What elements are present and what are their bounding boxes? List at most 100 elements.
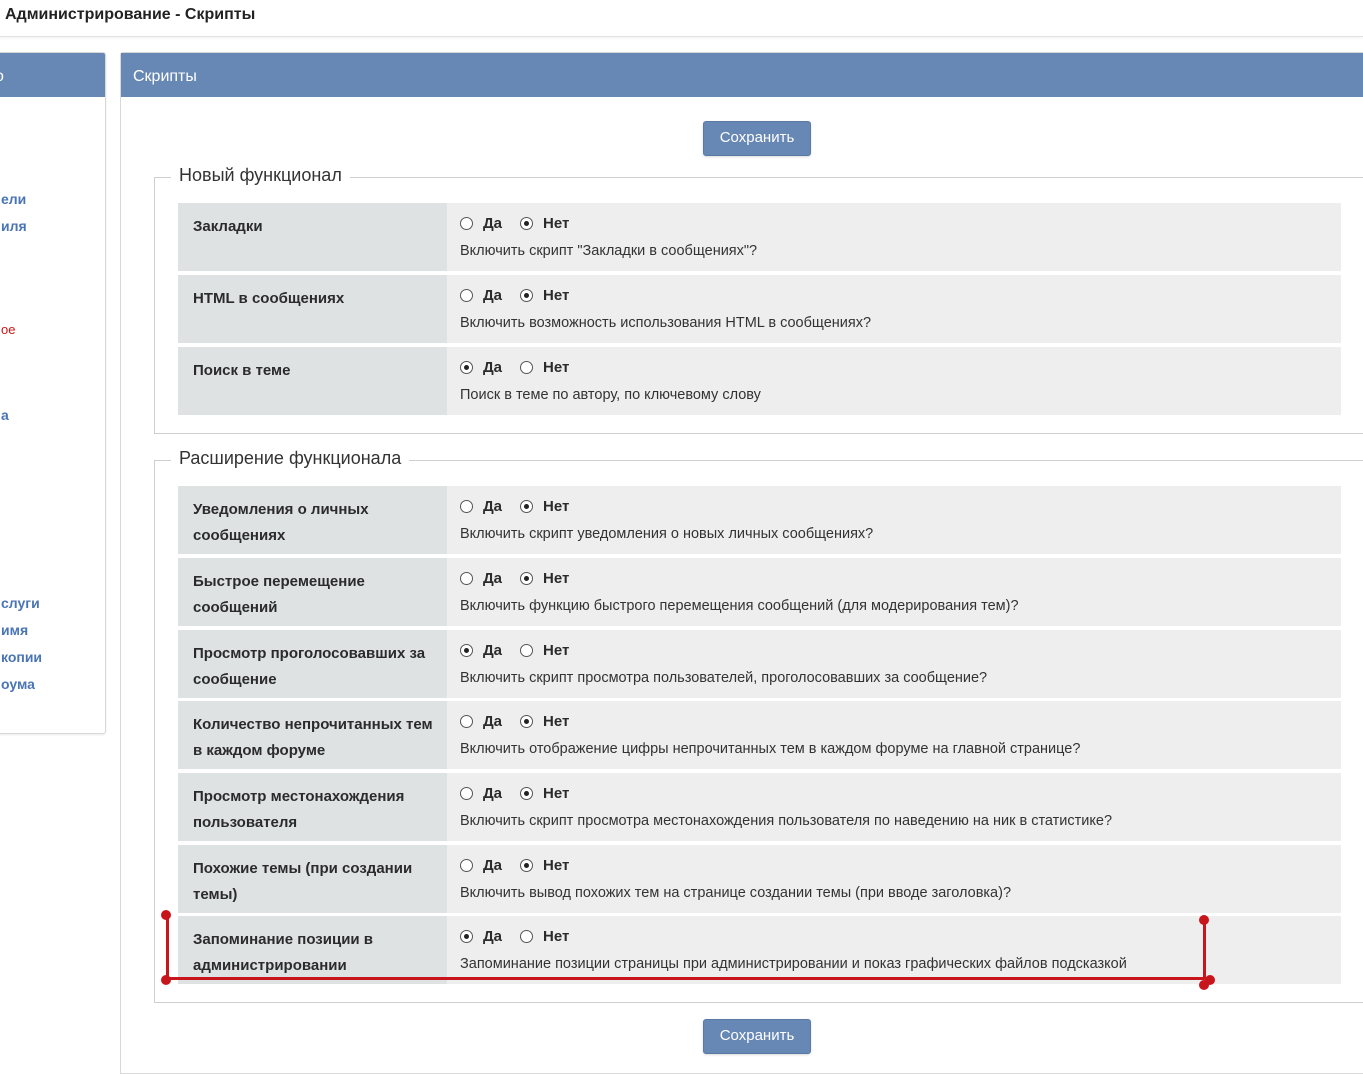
setting-description: Включить скрипт "Закладки в сообщениях"? — [460, 243, 758, 259]
setting-label: Закладки — [178, 203, 447, 271]
radio-yes[interactable]: Да — [460, 498, 502, 515]
radio-yes-input[interactable] — [460, 644, 473, 657]
radio-yes-input[interactable] — [460, 859, 473, 872]
radio-yes[interactable]: Да — [460, 642, 502, 659]
radio-no-label: Нет — [543, 287, 570, 304]
sidebar-link[interactable]: имя — [1, 622, 28, 638]
radio-yes[interactable]: Да — [460, 359, 502, 376]
highlight-annotation — [166, 918, 1206, 980]
sidebar-link[interactable]: оума — [1, 676, 35, 692]
sidebar-link[interactable]: а — [1, 407, 9, 423]
radio-no-label: Нет — [543, 359, 570, 376]
sidebar-header: о — [0, 53, 105, 97]
radio-yes-input[interactable] — [460, 715, 473, 728]
radio-no-input[interactable] — [520, 859, 534, 872]
radio-yes-label: Да — [483, 215, 503, 232]
radio-yes-label: Да — [483, 785, 503, 802]
radio-yes-label: Да — [483, 713, 503, 730]
save-button-bottom[interactable]: Сохранить — [703, 1019, 811, 1054]
radio-yes-label: Да — [483, 570, 503, 587]
radio-no-input[interactable] — [520, 289, 534, 302]
setting-row: Уведомления о личных сообщениях Да Нет Вклю… — [178, 486, 1341, 554]
radio-yes-input[interactable] — [460, 289, 473, 302]
radio-no[interactable]: Нет — [520, 498, 569, 515]
sidebar-link[interactable]: копии — [1, 649, 42, 665]
radio-yes-input[interactable] — [460, 787, 473, 800]
radio-no-label: Нет — [543, 785, 570, 802]
setting-description: Включить функцию быстрого перемещения со… — [460, 598, 1019, 614]
radio-yes[interactable]: Да — [460, 215, 502, 232]
radio-yes[interactable]: Да — [460, 785, 502, 802]
radio-yes[interactable]: Да — [460, 570, 502, 587]
sidebar-link[interactable]: иля — [1, 218, 27, 234]
radio-no-input[interactable] — [520, 500, 534, 513]
annotation-dot — [1199, 915, 1209, 925]
annotation-dot — [161, 910, 171, 920]
setting-label: Просмотр местонахождения пользователя — [178, 773, 447, 841]
setting-description: Включить скрипт уведомления о новых личн… — [460, 526, 874, 542]
radio-yes-input[interactable] — [460, 572, 473, 585]
radio-no-input[interactable] — [520, 217, 534, 230]
radio-no[interactable]: Нет — [520, 287, 569, 304]
setting-label: Быстрое перемещение сообщений — [178, 558, 447, 626]
setting-description: Включить возможность использования HTML … — [460, 315, 872, 331]
radio-group: Да Нет — [460, 215, 587, 232]
radio-no-label: Нет — [543, 215, 570, 232]
sidebar-header-text: о — [0, 53, 4, 101]
radio-no-input[interactable] — [520, 715, 534, 728]
radio-yes-input[interactable] — [460, 217, 473, 230]
radio-yes-label: Да — [483, 498, 503, 515]
setting-label: Похожие темы (при создании темы) — [178, 845, 447, 913]
setting-row: Просмотр местонахождения пользователя Да Н… — [178, 773, 1341, 841]
radio-no-input[interactable] — [520, 787, 534, 800]
radio-no-input[interactable] — [520, 572, 534, 585]
radio-group: Да Нет — [460, 287, 587, 304]
radio-no-label: Нет — [543, 642, 570, 659]
radio-no[interactable]: Нет — [520, 713, 569, 730]
setting-row: Быстрое перемещение сообщений Да Нет Включи… — [178, 558, 1341, 626]
radio-no-label: Нет — [543, 857, 570, 874]
setting-label: Уведомления о личных сообщениях — [178, 486, 447, 554]
radio-yes-input[interactable] — [460, 361, 473, 374]
group-new-features: Новый функционал Закладки Да Нет Включить с… — [154, 165, 1363, 434]
sidebar-panel: о ели иля ое а слуги имя копии оума — [0, 52, 106, 734]
sidebar-link[interactable]: слуги — [1, 595, 40, 611]
setting-row: Похожие темы (при создании темы) Да Нет Вкл… — [178, 845, 1341, 913]
setting-description: Поиск в теме по автору, по ключевому сло… — [460, 387, 761, 403]
radio-group: Да Нет — [460, 785, 587, 802]
radio-yes-label: Да — [483, 857, 503, 874]
page-title: Администрирование - Скрипты — [5, 6, 256, 23]
radio-no[interactable]: Нет — [520, 570, 569, 587]
sidebar-link[interactable]: ели — [1, 191, 26, 207]
radio-yes-label: Да — [483, 287, 503, 304]
sidebar-link-highlighted[interactable]: ое — [1, 322, 15, 337]
radio-yes[interactable]: Да — [460, 713, 502, 730]
setting-description: Включить отображение цифры непрочитанных… — [460, 741, 1081, 757]
setting-label: HTML в сообщениях — [178, 275, 447, 343]
setting-description: Включить вывод похожих тем на странице с… — [460, 885, 1012, 901]
radio-yes[interactable]: Да — [460, 857, 502, 874]
setting-description: Включить скрипт просмотра пользователей,… — [460, 670, 988, 686]
radio-no-input[interactable] — [520, 644, 534, 657]
setting-row: Поиск в теме Да Нет Поиск в теме по автору,… — [178, 347, 1341, 415]
radio-no[interactable]: Нет — [520, 642, 569, 659]
radio-no[interactable]: Нет — [520, 857, 569, 874]
radio-yes[interactable]: Да — [460, 287, 502, 304]
annotation-dot — [1199, 980, 1209, 990]
radio-group: Да Нет — [460, 642, 587, 659]
radio-group: Да Нет — [460, 857, 587, 874]
radio-no[interactable]: Нет — [520, 785, 569, 802]
radio-no-label: Нет — [543, 570, 570, 587]
group-legend: Новый функционал — [171, 165, 350, 186]
radio-yes-input[interactable] — [460, 500, 473, 513]
radio-no-label: Нет — [543, 713, 570, 730]
setting-label: Количество непрочитанных тем в каждом фо… — [178, 701, 447, 769]
panel-title: Скрипты — [121, 53, 1363, 97]
radio-no-label: Нет — [543, 498, 570, 515]
radio-yes-label: Да — [483, 359, 503, 376]
save-button-top[interactable]: Сохранить — [703, 121, 811, 156]
radio-no[interactable]: Нет — [520, 215, 569, 232]
radio-no-input[interactable] — [520, 361, 534, 374]
setting-row: Закладки Да Нет Включить скрипт "Закладки в… — [178, 203, 1341, 271]
radio-no[interactable]: Нет — [520, 359, 569, 376]
